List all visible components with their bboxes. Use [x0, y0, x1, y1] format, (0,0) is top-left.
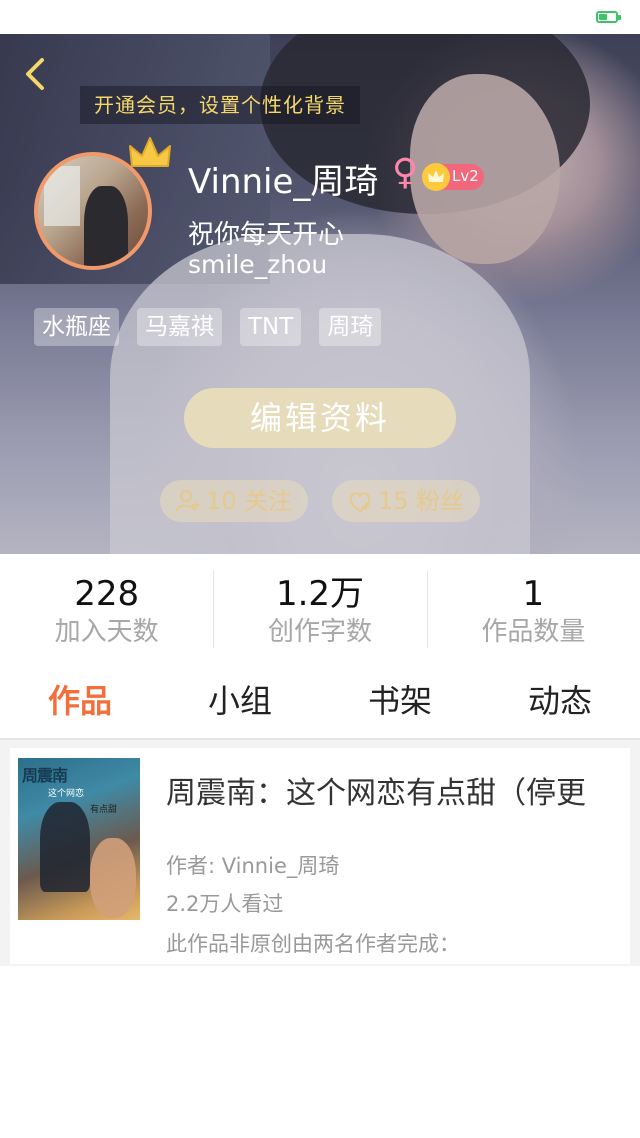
cover-subtitle: 这个网恋 [48, 789, 85, 799]
work-description: 此作品非原创由两名作者完成： [166, 932, 460, 956]
work-views: 2.2万人看过 [166, 892, 284, 916]
stat-label: 加入天数 [54, 617, 159, 647]
stat-value: 228 [74, 574, 140, 614]
tag-list: 水瓶座 马嘉祺 TNT 周琦 [34, 308, 382, 346]
profile-handle: smile_zhou [188, 250, 328, 279]
level-badge: Lv2 [422, 163, 484, 191]
level-text: Lv2 [452, 167, 479, 185]
user-plus-icon [176, 490, 200, 512]
heart-plus-icon [349, 492, 371, 513]
crown-icon [129, 137, 171, 167]
avatar-figure [84, 186, 128, 266]
cover-subtitle: 有点甜 [90, 805, 118, 815]
stat-label: 创作字数 [267, 617, 372, 647]
vip-crown-icon [422, 163, 450, 191]
tab-groups[interactable]: 小组 [160, 670, 320, 736]
stat-works-count: 1 作品数量 [426, 554, 640, 664]
tag-item[interactable]: TNT [240, 308, 302, 346]
book-cover: 周震南 这个网恋 有点甜 [18, 758, 140, 920]
vip-background-banner[interactable]: 开通会员，设置个性化背景 [80, 86, 360, 124]
profile-motto: 祝你每天开心 [188, 220, 345, 250]
battery-icon [596, 11, 621, 23]
stats-bar: 228 加入天数 1.2万 创作字数 1 作品数量 [0, 554, 640, 664]
tag-item[interactable]: 水瓶座 [34, 308, 119, 346]
following-count: 10 关注 [206, 487, 293, 515]
tab-bookshelf[interactable]: 书架 [320, 670, 480, 736]
profile-tabs: 作品 小组 书架 动态 [0, 670, 640, 736]
stat-word-count: 1.2万 创作字数 [213, 554, 426, 664]
tag-item[interactable]: 马嘉祺 [137, 308, 222, 346]
fans-count: 15 粉丝 [378, 487, 465, 515]
stat-value: 1 [522, 574, 545, 614]
back-button[interactable] [16, 52, 56, 96]
edit-profile-button[interactable]: 编辑资料 [184, 388, 456, 448]
username: Vinnie_周琦 [188, 162, 379, 202]
work-card[interactable]: 周震南 这个网恋 有点甜 周震南：这个网恋有点甜（停更 作者: Vinnie_周… [10, 748, 630, 964]
tab-works[interactable]: 作品 [0, 670, 160, 736]
stat-join-days: 228 加入天数 [0, 554, 213, 664]
fans-button[interactable]: 15 粉丝 [332, 480, 480, 522]
status-bar [0, 0, 640, 34]
work-title[interactable]: 周震南：这个网恋有点甜（停更 [166, 768, 586, 812]
stat-value: 1.2万 [275, 574, 365, 614]
tab-activity[interactable]: 动态 [480, 670, 640, 736]
cover-figure [40, 802, 90, 892]
tag-item[interactable]: 周琦 [319, 308, 382, 346]
avatar-window [44, 166, 80, 226]
stat-label: 作品数量 [481, 617, 586, 647]
following-button[interactable]: 10 关注 [160, 480, 308, 522]
cover-title: 周震南 [22, 766, 68, 785]
work-author: 作者: Vinnie_周琦 [166, 854, 340, 878]
chevron-left-icon [26, 58, 44, 90]
cover-figure [90, 838, 136, 918]
female-icon: ♀ [392, 152, 419, 193]
